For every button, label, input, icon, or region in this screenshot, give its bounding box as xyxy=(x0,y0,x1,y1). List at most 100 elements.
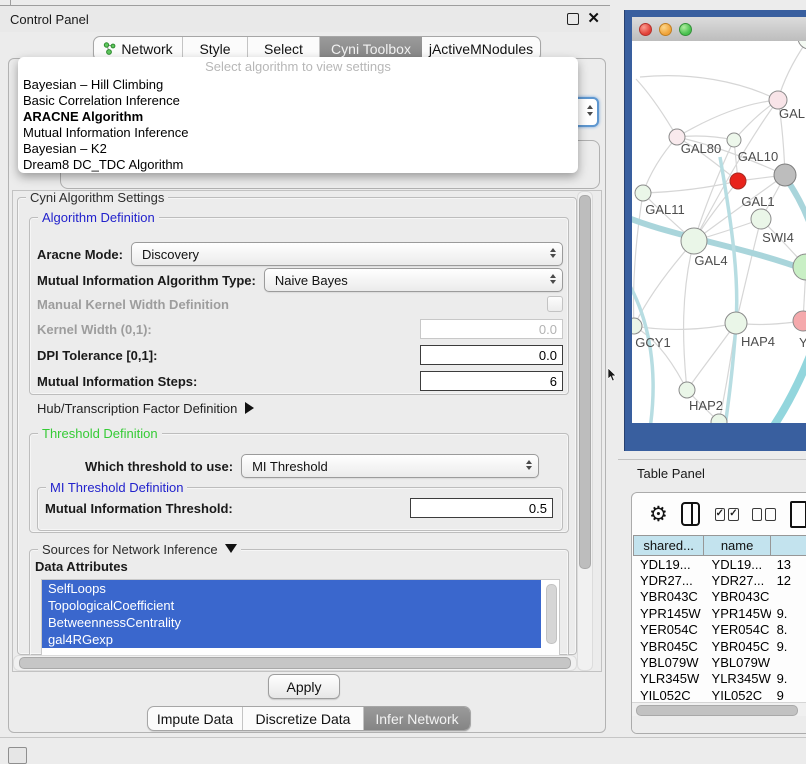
column-header[interactable]: shared... xyxy=(633,535,704,556)
manual-kernel-checkbox[interactable] xyxy=(547,296,563,312)
table-row[interactable]: YER054CYER054C8. xyxy=(632,622,806,638)
network-edge[interactable] xyxy=(632,279,653,423)
table-cell: YER054C xyxy=(704,622,771,637)
network-edge[interactable] xyxy=(677,100,778,137)
network-edge[interactable] xyxy=(778,41,806,100)
network-edge[interactable] xyxy=(640,76,778,100)
network-node-hap2[interactable] xyxy=(679,382,695,398)
mi-threshold-field[interactable] xyxy=(410,498,553,518)
gear-icon[interactable]: ⚙ xyxy=(649,504,668,525)
table-row[interactable]: YBR043CYBR043C xyxy=(632,589,806,605)
network-node-gal4[interactable] xyxy=(681,228,707,254)
close-icon[interactable]: ✕ xyxy=(587,14,600,24)
network-edge[interactable] xyxy=(636,79,677,137)
dropdown-item[interactable]: Basic Correlation Inference xyxy=(18,93,578,109)
network-node-swi4[interactable] xyxy=(751,209,771,229)
dropdown-item[interactable]: Dream8 DC_TDC Algorithm xyxy=(18,157,578,173)
table-row[interactable]: YDR27...YDR27...12 xyxy=(632,572,806,588)
table-row[interactable]: YBR045CYBR045C9. xyxy=(632,638,806,654)
table-row[interactable]: YPR145WYPR145W9. xyxy=(632,605,806,621)
network-node-y[interactable] xyxy=(793,311,806,331)
network-node-gal11[interactable] xyxy=(635,185,651,201)
control-panel-titlebar: Control Panel ✕ xyxy=(0,6,610,32)
tab-impute-data[interactable]: Impute Data xyxy=(148,707,243,730)
network-node-gcy1[interactable] xyxy=(632,318,642,334)
attributes-scrollbar-thumb[interactable] xyxy=(546,584,557,644)
cyni-algorithm-settings-title: Cyni Algorithm Settings xyxy=(26,190,168,205)
tab-label: Style xyxy=(199,41,230,57)
close-traffic-light[interactable] xyxy=(639,23,652,36)
hub-section-toggle[interactable]: Hub/Transcription Factor Definition xyxy=(37,399,254,417)
document-icon[interactable] xyxy=(790,501,806,528)
data-attribute-item[interactable]: BetweennessCentrality xyxy=(42,614,541,631)
data-attribute-item[interactable]: TopologicalCoefficient xyxy=(42,597,541,614)
apply-button[interactable]: Apply xyxy=(268,674,340,699)
sources-title-row[interactable]: Sources for Network Inference xyxy=(38,542,241,557)
unchecked-checkbox-icon[interactable] xyxy=(765,508,776,521)
which-threshold-label: Which threshold to use: xyxy=(85,459,233,474)
float-window-icon[interactable] xyxy=(567,13,579,25)
table-hscrollbar-thumb[interactable] xyxy=(636,705,798,716)
dropdown-item[interactable]: Bayesian – Hill Climbing xyxy=(18,77,578,93)
dpi-tolerance-label: DPI Tolerance [0,1]: xyxy=(37,348,157,363)
unchecked-checkbox-icon[interactable] xyxy=(752,508,763,521)
network-canvas[interactable]: GALGAL80GAL10GAL1GAL11SWI4GAL4GCY1HAP4YH… xyxy=(632,41,806,423)
network-node[interactable] xyxy=(793,254,806,280)
checked-checkbox-icon[interactable]: ✓ xyxy=(728,508,739,521)
tab-infer-network[interactable]: Infer Network xyxy=(364,707,470,730)
network-node-hap4[interactable] xyxy=(725,312,747,334)
column-header[interactable]: name xyxy=(704,535,771,556)
network-node[interactable] xyxy=(711,414,727,423)
network-window-titlebar[interactable] xyxy=(632,17,806,42)
columns-icon[interactable] xyxy=(681,502,700,526)
docked-panel-icon[interactable] xyxy=(8,747,27,764)
checked-checkbox-icon[interactable]: ✓ xyxy=(715,508,726,521)
network-edge[interactable] xyxy=(684,241,694,390)
table-cell: YDR27... xyxy=(704,573,771,588)
tab-label: Cyni Toolbox xyxy=(331,41,411,57)
dropdown-item[interactable]: Mutual Information Inference xyxy=(18,125,578,141)
network-view-window[interactable]: GALGAL80GAL10GAL1GAL11SWI4GAL4GCY1HAP4YH… xyxy=(625,10,806,451)
network-node[interactable] xyxy=(727,133,741,147)
dropdown-item[interactable]: ARACNE Algorithm xyxy=(18,109,578,125)
table-row[interactable]: YDL19...YDL19...13 xyxy=(632,556,806,572)
table-row[interactable]: YLR345WYLR345W9. xyxy=(632,671,806,687)
mi-steps-field[interactable] xyxy=(420,371,563,391)
table-cell: YDL19... xyxy=(632,557,704,572)
network-edge[interactable] xyxy=(687,323,736,390)
table-panel-title: Table Panel xyxy=(637,466,705,481)
node-label: HAP2 xyxy=(689,398,723,413)
minimize-traffic-light[interactable] xyxy=(659,23,672,36)
mi-type-value: Naive Bayes xyxy=(275,273,348,288)
table-cell: 9. xyxy=(771,639,806,654)
dropdown-item[interactable]: Bayesian – K2 xyxy=(18,141,578,157)
network-edge[interactable] xyxy=(720,157,737,423)
dpi-tolerance-field[interactable] xyxy=(420,345,563,365)
network-edge[interactable] xyxy=(736,219,761,323)
settings-vscrollbar-thumb[interactable] xyxy=(579,195,591,569)
network-edge[interactable] xyxy=(643,137,677,193)
table-cell: YDL19... xyxy=(704,557,771,572)
which-threshold-combobox[interactable]: MI Threshold xyxy=(241,454,539,478)
data-attribute-item[interactable]: SelfLoops xyxy=(42,580,541,597)
mi-threshold-definition-title: MI Threshold Definition xyxy=(46,480,187,495)
table-cell: YPR145W xyxy=(704,606,771,621)
aracne-mode-combobox[interactable]: Discovery xyxy=(131,242,563,266)
tab-discretize-data[interactable]: Discretize Data xyxy=(243,707,364,730)
table-row[interactable]: YBL079WYBL079W xyxy=(632,654,806,670)
settings-hscrollbar-thumb[interactable] xyxy=(19,657,571,669)
data-attribute-item[interactable]: gal4RGexp xyxy=(42,631,541,648)
control-panel-title: Control Panel xyxy=(10,12,89,27)
table-panel-footer xyxy=(632,716,806,734)
network-node-gal10[interactable] xyxy=(774,164,796,186)
table-cell: YDR27... xyxy=(632,573,704,588)
zoom-traffic-light[interactable] xyxy=(679,23,692,36)
column-header[interactable] xyxy=(771,535,806,556)
table-row[interactable]: YIL052CYIL052C9 xyxy=(632,687,806,702)
network-node-gal1[interactable] xyxy=(730,173,746,189)
table-hscrollbar-track[interactable] xyxy=(632,702,806,716)
mi-type-combobox[interactable]: Naive Bayes xyxy=(264,268,563,292)
network-edge[interactable] xyxy=(634,323,736,329)
table-cell: YIL052C xyxy=(704,688,771,702)
kernel-width-field[interactable] xyxy=(420,319,563,339)
